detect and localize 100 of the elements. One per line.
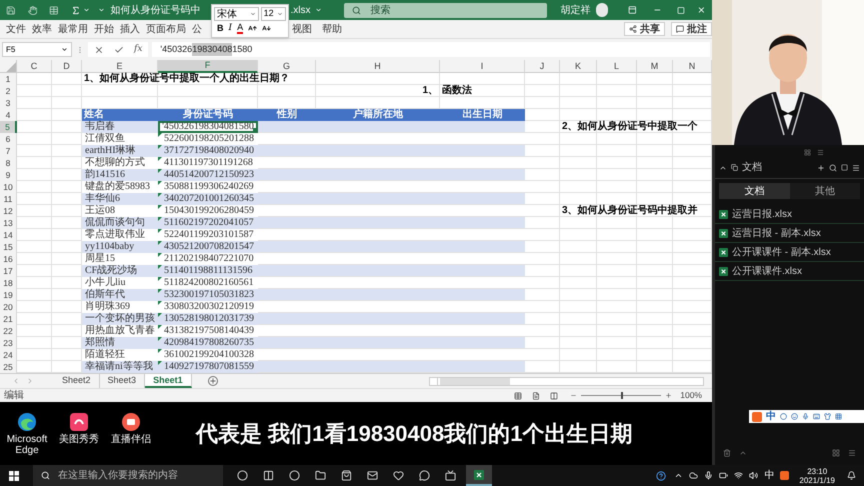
row-header[interactable]: 13: [0, 217, 17, 230]
caret-icon[interactable]: [82, 6, 90, 14]
ribbon-tab[interactable]: 公: [192, 22, 202, 36]
touch-icon[interactable]: [28, 4, 38, 16]
sum-icon[interactable]: [70, 4, 80, 16]
ribbon-display-icon[interactable]: [628, 5, 637, 15]
normal-view-icon[interactable]: [514, 392, 522, 400]
mail-icon[interactable]: [367, 470, 378, 481]
maximize-icon[interactable]: [677, 6, 686, 14]
row-header[interactable]: 11: [0, 193, 17, 206]
share-button[interactable]: 共享: [624, 22, 665, 36]
cancel-icon[interactable]: [94, 44, 104, 54]
volume-icon[interactable]: [749, 471, 758, 480]
grow-font-icon[interactable]: [248, 24, 258, 33]
search-field[interactable]: 搜索: [344, 2, 547, 18]
cloud-icon[interactable]: [689, 471, 698, 480]
row-header[interactable]: 24: [0, 349, 17, 362]
horizontal-scrollbar[interactable]: [429, 376, 704, 386]
sogou-logo-icon[interactable]: [752, 412, 762, 422]
microphone-icon[interactable]: [704, 471, 714, 480]
column-header[interactable]: F: [158, 60, 258, 73]
row-header[interactable]: 19: [0, 289, 17, 302]
row-header[interactable]: 18: [0, 277, 17, 290]
up-icon[interactable]: [739, 449, 747, 457]
table-icon[interactable]: [49, 4, 59, 16]
chat-icon[interactable]: [419, 470, 430, 481]
clock[interactable]: 23:10 2021/1/19: [799, 466, 835, 484]
add-icon[interactable]: [817, 164, 825, 172]
row-header[interactable]: 15: [0, 241, 17, 254]
save-icon[interactable]: [6, 4, 16, 16]
row-header[interactable]: 5: [0, 121, 17, 134]
row-header[interactable]: 1: [0, 73, 17, 86]
row-header[interactable]: 3: [0, 97, 17, 110]
row-header[interactable]: 10: [0, 181, 17, 194]
ribbon-tab[interactable]: 视图: [292, 22, 312, 36]
emoji-icon[interactable]: [791, 413, 798, 420]
desktop-icon-label[interactable]: Microsoft Edge: [2, 434, 52, 456]
page-break-icon[interactable]: [550, 392, 558, 400]
list-icon[interactable]: [848, 449, 856, 457]
shrink-font-icon[interactable]: [262, 24, 272, 33]
app-icon[interactable]: [69, 412, 89, 432]
enter-icon[interactable]: [114, 44, 124, 54]
avatar[interactable]: [596, 3, 608, 17]
row-header[interactable]: 20: [0, 301, 17, 314]
heart-icon[interactable]: [393, 470, 404, 481]
list-icon[interactable]: [817, 149, 824, 156]
insert-function-button[interactable]: fx: [134, 42, 142, 56]
name-box[interactable]: F5: [2, 42, 72, 57]
ribbon-tab[interactable]: 效率: [32, 22, 52, 36]
row-header[interactable]: 7: [0, 145, 17, 158]
row-header[interactable]: 14: [0, 229, 17, 242]
font-select[interactable]: 宋体: [214, 7, 259, 21]
video-icon[interactable]: [445, 470, 456, 481]
punctuation-icon[interactable]: [780, 413, 787, 420]
comments-button[interactable]: 批注: [671, 22, 712, 36]
input-language[interactable]: 中: [764, 468, 774, 483]
ribbon-tab[interactable]: 插入: [120, 22, 140, 36]
window-icon[interactable]: [841, 164, 848, 171]
notification-icon[interactable]: [847, 471, 856, 480]
caret-icon[interactable]: [314, 6, 322, 14]
row-header[interactable]: 2: [0, 85, 17, 98]
desktop-icon-label[interactable]: 美图秀秀: [59, 434, 99, 444]
edge-icon[interactable]: [17, 412, 37, 432]
row-header[interactable]: 17: [0, 265, 17, 278]
sheet-tab[interactable]: Sheet1: [145, 374, 192, 388]
page-layout-icon[interactable]: [532, 392, 540, 400]
panel-tab[interactable]: 其他: [790, 183, 860, 199]
add-sheet-icon[interactable]: [208, 376, 218, 386]
battery-icon[interactable]: [719, 471, 728, 480]
row-header[interactable]: 4: [0, 109, 17, 122]
ribbon-tab[interactable]: 最常用: [58, 22, 88, 36]
app-icon[interactable]: [121, 412, 141, 432]
layout-icon[interactable]: [804, 149, 811, 156]
row-header[interactable]: 25: [0, 361, 17, 374]
file-item[interactable]: 运营日报 - 副本.xlsx: [715, 224, 864, 243]
italic-button[interactable]: I: [228, 24, 232, 33]
file-item[interactable]: 公开课课件.xlsx: [715, 262, 864, 281]
row-header[interactable]: 16: [0, 253, 17, 266]
ribbon-tab[interactable]: 开始: [94, 22, 114, 36]
skin-icon[interactable]: [824, 413, 831, 420]
file-item[interactable]: 公开课课件 - 副本.xlsx: [715, 243, 864, 262]
formula-input[interactable]: '450326198304081580: [152, 42, 710, 57]
row-header[interactable]: 21: [0, 313, 17, 326]
windows-icon[interactable]: [9, 470, 19, 480]
bold-button[interactable]: B: [217, 24, 224, 33]
ribbon-tab[interactable]: 文件: [6, 22, 26, 36]
row-header[interactable]: 9: [0, 169, 17, 182]
taskbar-search-field[interactable]: 在这里输入你要搜索的内容: [33, 465, 223, 486]
trash-icon[interactable]: [723, 449, 731, 457]
folder-icon[interactable]: [315, 470, 326, 481]
keyboard-icon[interactable]: [813, 413, 820, 420]
row-header[interactable]: 23: [0, 337, 17, 350]
zoom-in-icon[interactable]: [665, 392, 672, 399]
row-header[interactable]: 12: [0, 205, 17, 218]
excel-taskbar-button[interactable]: [466, 465, 492, 486]
close-icon[interactable]: [697, 5, 706, 15]
file-item[interactable]: 运营日报.xlsx: [715, 205, 864, 224]
panel-tab[interactable]: 文档: [719, 183, 790, 199]
grid-icon[interactable]: [832, 449, 840, 457]
wifi-icon[interactable]: [734, 471, 744, 480]
